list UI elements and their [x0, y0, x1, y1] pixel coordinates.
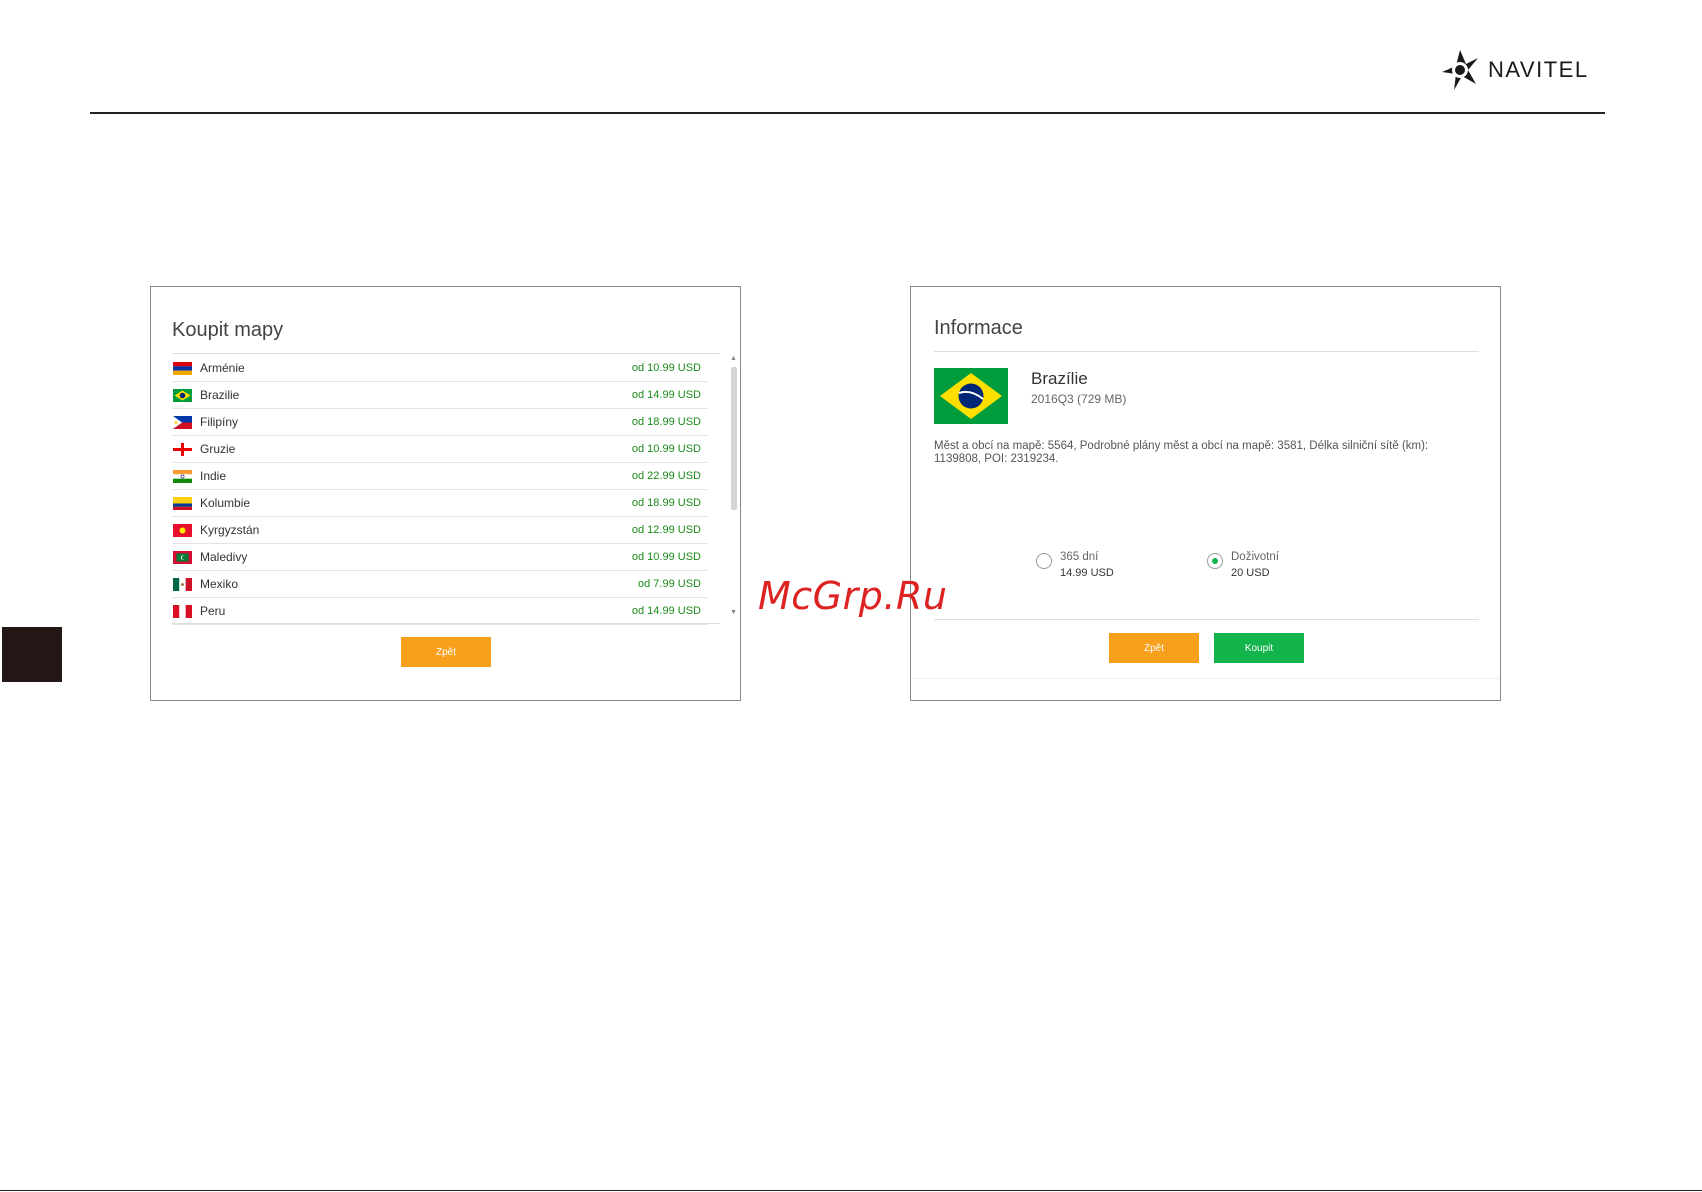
scroll-thumb[interactable] — [731, 367, 737, 510]
radio-lifetime[interactable] — [1207, 553, 1223, 569]
dialog-footer-divider — [911, 678, 1500, 679]
list-item[interactable]: Kyrgyzstán od 12.99 USD — [172, 517, 708, 544]
buy-maps-dialog: Koupit mapy Arménie od 10.99 USD Brazili… — [150, 286, 741, 701]
list-item[interactable]: Brazilie od 14.99 USD — [172, 382, 708, 409]
country-price: od 18.99 USD — [631, 416, 701, 428]
country-price: od 22.99 USD — [631, 470, 701, 482]
license-option-365[interactable]: 365 dní 14.99 USD — [1036, 551, 1114, 579]
list-item[interactable]: Gruzie od 10.99 USD — [172, 436, 708, 463]
country-price: od 10.99 USD — [631, 551, 701, 563]
colombia-flag-icon — [173, 496, 192, 510]
country-name: Arménie — [200, 361, 245, 375]
list-item[interactable]: Indie od 22.99 USD — [172, 463, 708, 490]
country-price: od 12.99 USD — [631, 524, 701, 536]
watermark-text: McGrp.Ru — [758, 574, 948, 618]
back-button[interactable]: Zpět — [401, 637, 491, 667]
map-list: Arménie od 10.99 USD Brazilie od 14.99 U… — [172, 355, 708, 625]
footer-divider — [0, 1190, 1702, 1191]
back-button[interactable]: Zpět — [1109, 633, 1199, 663]
kyrgyzstan-flag-icon — [173, 523, 192, 537]
country-name: Kyrgyzstán — [200, 523, 260, 537]
brazil-flag-icon — [173, 388, 192, 402]
armenia-flag-icon — [173, 361, 192, 375]
peru-flag-icon — [173, 604, 192, 618]
list-bottom-divider — [172, 623, 720, 624]
country-name: Brazilie — [200, 388, 240, 402]
option-label: Doživotní — [1231, 551, 1279, 563]
header-divider — [90, 112, 1605, 114]
map-name: Brazílie — [1031, 369, 1088, 388]
country-name: Filipíny — [200, 415, 239, 429]
list-item[interactable]: Peru od 14.99 USD — [172, 598, 708, 625]
brazil-flag-icon — [934, 368, 1008, 424]
scroll-down-icon[interactable]: ▼ — [730, 609, 737, 616]
navitel-logo: NAVITEL — [1440, 48, 1589, 92]
country-price: od 14.99 USD — [631, 389, 701, 401]
option-label: 365 dní — [1060, 551, 1099, 563]
map-description: Měst a obcí na mapě: 5564, Podrobné plán… — [934, 440, 1429, 465]
options-divider — [934, 619, 1479, 620]
country-name: Gruzie — [200, 442, 236, 456]
country-price: od 18.99 USD — [631, 497, 701, 509]
india-flag-icon — [173, 469, 192, 483]
country-name: Peru — [200, 604, 226, 618]
country-name: Mexiko — [200, 577, 239, 591]
info-title-divider — [934, 351, 1479, 352]
country-price: od 10.99 USD — [631, 362, 701, 374]
option-price: 14.99 USD — [1060, 567, 1114, 579]
map-info-dialog: Informace Brazílie 2016Q3 (729 MB) Měst … — [910, 286, 1501, 701]
country-name: Maledivy — [200, 550, 248, 564]
info-title: Informace — [934, 317, 1023, 339]
map-version-size: 2016Q3 (729 MB) — [1031, 392, 1127, 406]
list-item[interactable]: Mexiko od 7.99 USD — [172, 571, 708, 598]
option-price: 20 USD — [1231, 567, 1270, 579]
list-top-divider — [172, 353, 720, 354]
country-name: Indie — [200, 469, 227, 483]
brand-name: NAVITEL — [1488, 57, 1589, 82]
scroll-up-icon[interactable]: ▲ — [730, 355, 737, 362]
country-price: od 7.99 USD — [638, 578, 701, 590]
radio-365-days[interactable] — [1036, 553, 1052, 569]
list-item[interactable]: Arménie od 10.99 USD — [172, 355, 708, 382]
country-price: od 14.99 USD — [631, 605, 701, 617]
buy-maps-title: Koupit mapy — [172, 319, 284, 341]
philippines-flag-icon — [173, 415, 192, 429]
license-option-lifetime[interactable]: Doživotní 20 USD — [1207, 551, 1279, 579]
list-item[interactable]: Kolumbie od 18.99 USD — [172, 490, 708, 517]
maldives-flag-icon — [173, 550, 192, 564]
side-section-tab — [2, 627, 62, 682]
list-item[interactable]: Maledivy od 10.99 USD — [172, 544, 708, 571]
country-price: od 10.99 USD — [631, 443, 701, 455]
mexico-flag-icon — [173, 577, 192, 591]
navitel-logo-icon — [1442, 50, 1478, 90]
buy-button[interactable]: Koupit — [1214, 633, 1304, 663]
country-name: Kolumbie — [200, 496, 251, 510]
list-scrollbar[interactable]: ▲ ▼ — [729, 355, 738, 619]
list-item[interactable]: Filipíny od 18.99 USD — [172, 409, 708, 436]
georgia-flag-icon — [173, 442, 192, 456]
